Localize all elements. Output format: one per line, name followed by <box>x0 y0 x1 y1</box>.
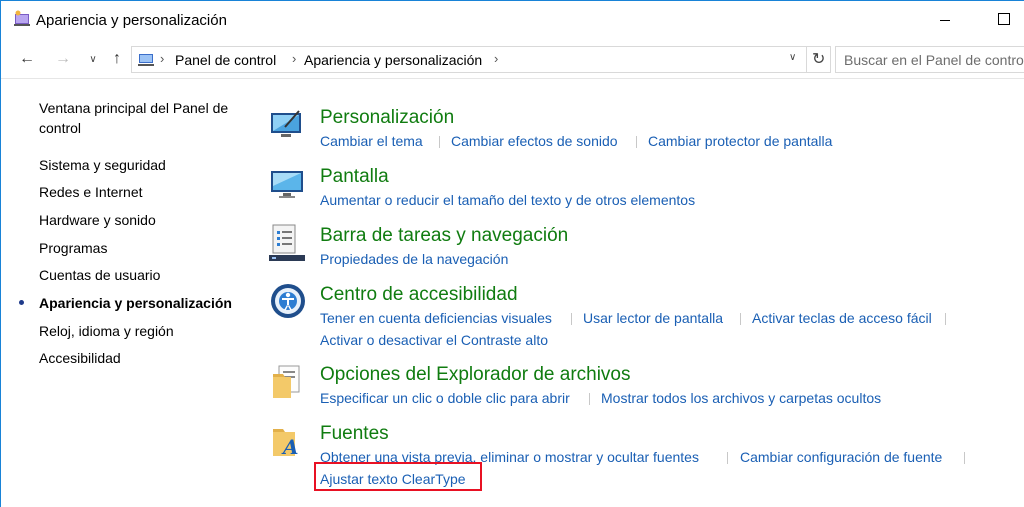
window-title: Apariencia y personalización <box>36 12 227 29</box>
up-button[interactable]: ↑ <box>106 47 128 71</box>
link-separator <box>945 313 946 325</box>
content-area: Personalización Cambiar el tema Cambiar … <box>263 79 1024 507</box>
file-explorer-options-icon <box>273 365 300 398</box>
breadcrumb-panel-de-control[interactable]: Panel de control <box>175 52 276 68</box>
personalization-icon <box>271 110 301 137</box>
group-title[interactable]: Personalización <box>320 107 454 129</box>
sidebar-item-apariencia-y-personalizacion[interactable]: Apariencia y personalización <box>39 293 232 313</box>
sidebar-item-hardware-y-sonido[interactable]: Hardware y sonido <box>39 210 156 230</box>
group-title[interactable]: Pantalla <box>320 166 389 188</box>
back-button[interactable]: ← <box>16 47 38 71</box>
control-panel-icon <box>138 54 154 66</box>
link-separator <box>636 136 637 148</box>
address-history-chevron-icon[interactable]: ∨ <box>789 52 796 63</box>
link-mostrar-ocultos[interactable]: Mostrar todos los archivos y carpetas oc… <box>601 390 881 406</box>
current-item-bullet-icon <box>19 300 24 305</box>
breadcrumb-separator-icon[interactable]: › <box>494 51 498 66</box>
minimize-button[interactable] <box>936 10 956 30</box>
breadcrumb-separator-icon[interactable]: › <box>292 51 296 66</box>
link-contraste-alto[interactable]: Activar o desactivar el Contraste alto <box>320 332 548 348</box>
link-cambiar-protector-pantalla[interactable]: Cambiar protector de pantalla <box>648 133 832 149</box>
control-panel-window: Apariencia y personalización ← → ∨ ↑ › P… <box>0 0 1024 507</box>
sidebar-home-link[interactable]: Ventana principal del Panel de control <box>39 98 249 138</box>
address-box[interactable]: › Panel de control › Apariencia y person… <box>131 46 831 73</box>
sidebar-item-reloj-idioma-y-region[interactable]: Reloj, idioma y región <box>39 321 174 341</box>
link-separator <box>964 452 965 464</box>
link-separator <box>439 136 440 148</box>
sidebar-item-programas[interactable]: Programas <box>39 238 107 258</box>
link-separator <box>727 452 728 464</box>
link-clic-doble-clic[interactable]: Especificar un clic o doble clic para ab… <box>320 390 570 406</box>
link-separator <box>740 313 741 325</box>
link-teclas-acceso-facil[interactable]: Activar teclas de acceso fácil <box>752 310 932 326</box>
navigation-bar: ← → ∨ ↑ › Panel de control › Apariencia … <box>1 41 1024 79</box>
link-separator <box>571 313 572 325</box>
group-title[interactable]: Barra de tareas y navegación <box>320 225 568 247</box>
group-title[interactable]: Opciones del Explorador de archivos <box>320 364 631 386</box>
sidebar-item-sistema-y-seguridad[interactable]: Sistema y seguridad <box>39 155 166 175</box>
link-lector-pantalla[interactable]: Usar lector de pantalla <box>583 310 723 326</box>
fonts-icon: A <box>273 429 299 459</box>
link-separator <box>589 393 590 405</box>
sidebar: Ventana principal del Panel de control S… <box>1 79 256 507</box>
forward-button[interactable]: → <box>52 47 74 71</box>
link-cambiar-tema[interactable]: Cambiar el tema <box>320 133 423 149</box>
title-bar: Apariencia y personalización <box>1 1 1024 41</box>
group-title[interactable]: Fuentes <box>320 423 389 445</box>
group-title[interactable]: Centro de accesibilidad <box>320 284 518 306</box>
control-panel-icon <box>14 10 30 26</box>
taskbar-icon <box>269 224 305 261</box>
address-divider <box>806 47 807 72</box>
display-icon <box>271 171 303 198</box>
link-aumentar-reducir-texto[interactable]: Aumentar o reducir el tamaño del texto y… <box>320 192 695 208</box>
link-configuracion-fuente[interactable]: Cambiar configuración de fuente <box>740 449 942 465</box>
link-deficiencias-visuales[interactable]: Tener en cuenta deficiencias visuales <box>320 310 552 326</box>
breadcrumb-separator-icon[interactable]: › <box>160 51 164 66</box>
link-propiedades-navegacion[interactable]: Propiedades de la navegación <box>320 251 508 267</box>
highlight-annotation <box>314 462 482 491</box>
refresh-icon[interactable]: ↻ <box>812 49 825 69</box>
sidebar-item-accesibilidad[interactable]: Accesibilidad <box>39 348 121 368</box>
breadcrumb-apariencia[interactable]: Apariencia y personalización <box>304 52 482 68</box>
link-cambiar-efectos-sonido[interactable]: Cambiar efectos de sonido <box>451 133 618 149</box>
search-input[interactable] <box>836 47 1024 72</box>
sidebar-item-cuentas-de-usuario[interactable]: Cuentas de usuario <box>39 265 160 285</box>
svg-text:A: A <box>281 435 299 459</box>
sidebar-item-redes-e-internet[interactable]: Redes e Internet <box>39 182 143 202</box>
maximize-button[interactable] <box>995 10 1015 30</box>
ease-of-access-icon <box>271 284 305 318</box>
search-box[interactable] <box>835 46 1024 73</box>
recent-locations-chevron-icon[interactable]: ∨ <box>82 47 104 71</box>
